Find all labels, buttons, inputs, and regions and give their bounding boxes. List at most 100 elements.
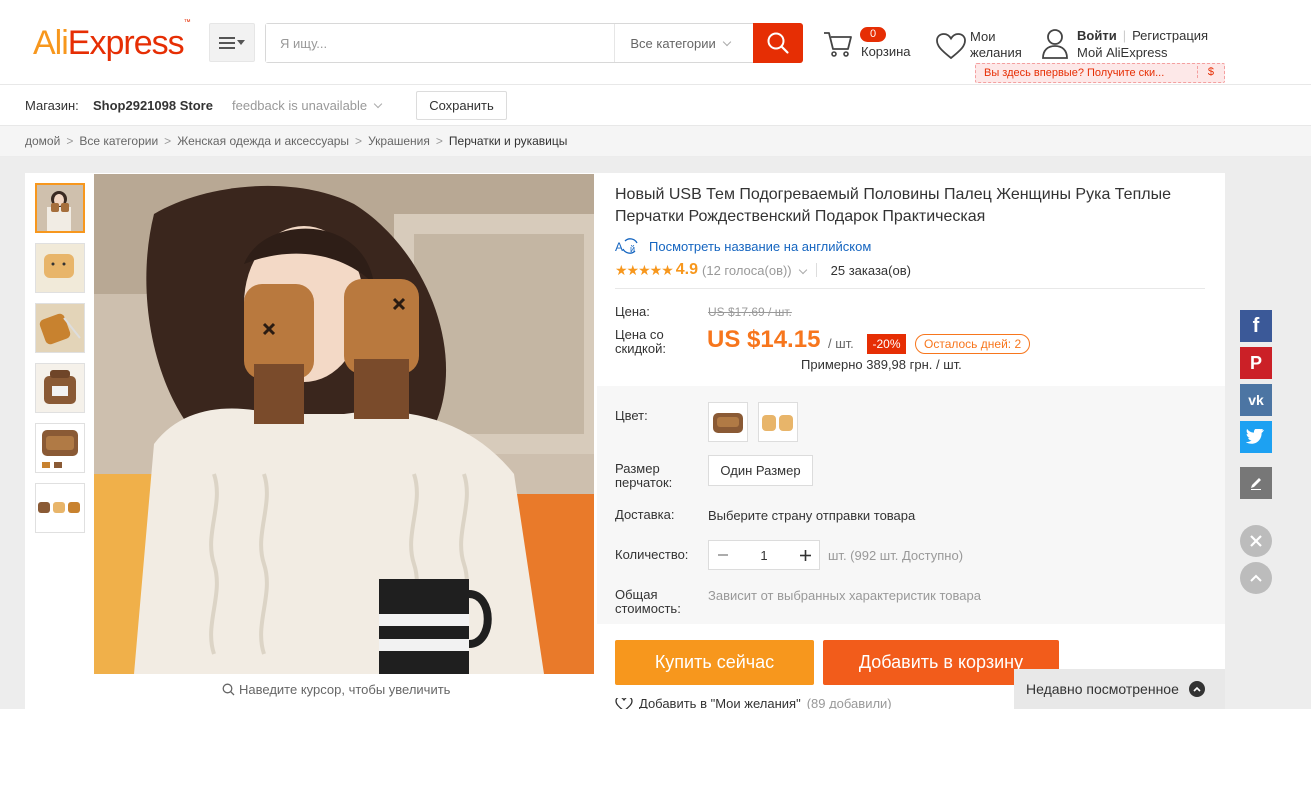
svg-text:й: й <box>630 244 635 254</box>
total-label: Общая стоимость: <box>615 587 681 616</box>
thumbnail-image[interactable] <box>35 483 85 533</box>
chevron-up-icon <box>1188 681 1205 697</box>
translate-icon: A й <box>615 238 638 254</box>
search-bar: Все категории <box>265 23 804 63</box>
wishlist-link[interactable]: Мои желания <box>935 27 1035 67</box>
chevron-up-icon <box>1250 574 1262 582</box>
facebook-share-button[interactable]: f <box>1240 310 1272 342</box>
days-left-badge: Осталось дней: 2 <box>915 334 1031 354</box>
scroll-top-button[interactable] <box>1240 562 1272 594</box>
close-icon <box>1250 535 1262 547</box>
discount-price-label: Цена со скидкой: <box>615 327 666 356</box>
twitter-icon <box>1246 428 1265 444</box>
caret-down-icon <box>237 40 245 45</box>
add-to-wishlist-link[interactable]: Добавить в "Мои желания" (89 добавили) <box>615 698 892 709</box>
register-link[interactable]: Регистрация <box>1132 28 1208 43</box>
divider <box>615 288 1205 289</box>
breadcrumb-current: Перчатки и рукавицы <box>448 134 568 148</box>
hamburger-icon <box>219 36 235 49</box>
category-menu-button[interactable] <box>209 23 255 62</box>
chevron-down-icon <box>722 37 732 46</box>
chevron-down-icon[interactable] <box>798 265 807 275</box>
original-price: US $17.69 / шт. <box>708 305 792 319</box>
save-store-button[interactable]: Сохранить <box>416 91 507 120</box>
zoom-hint-text: Наведите курсор, чтобы увеличить <box>239 682 451 697</box>
translate-title-link[interactable]: A й Посмотреть название на английском <box>615 237 871 255</box>
thumbnail-image[interactable] <box>35 423 85 473</box>
close-sidebar-button[interactable] <box>1240 525 1272 557</box>
svg-text:A: A <box>615 240 623 254</box>
breadcrumb-separator: > <box>435 134 443 148</box>
aliexpress-logo[interactable]: AliExpress™ <box>33 19 191 63</box>
promo-text: Вы здесь впервые? Получите ски... <box>984 67 1165 79</box>
dollar-icon: $ <box>1196 66 1214 78</box>
logo-ali-text: Ali <box>33 24 69 62</box>
per-unit: / шт. <box>828 336 854 351</box>
vk-icon: vk <box>1248 392 1264 408</box>
search-category-label: Все категории <box>630 35 716 51</box>
account-area: Войти | Регистрация Мой AliExpress <box>1040 26 1230 66</box>
logo-express-text: Express <box>67 24 185 62</box>
quantity-label: Количество: <box>615 547 689 562</box>
breadcrumb-separator: > <box>66 134 74 148</box>
star-rating-icon: ★★★★★ <box>615 261 674 278</box>
product-title: Новый USB Тем Подогреваемый Половины Пал… <box>615 186 1171 225</box>
store-feedback[interactable]: feedback is unavailable <box>232 98 383 113</box>
thumbnail-image[interactable] <box>35 303 85 353</box>
pinterest-icon: P <box>1249 352 1262 373</box>
color-swatch[interactable] <box>758 402 798 442</box>
buy-now-button[interactable]: Купить сейчас <box>615 640 814 685</box>
pinterest-share-button[interactable]: P <box>1240 347 1272 379</box>
quantity-stepper <box>708 540 820 570</box>
thumbnail-image[interactable] <box>35 183 85 233</box>
product-photo <box>94 174 594 674</box>
store-feedback-text: feedback is unavailable <box>232 98 368 113</box>
twitter-share-button[interactable] <box>1240 421 1272 453</box>
cart-count-badge: 0 <box>860 27 886 42</box>
heart-icon <box>936 33 966 60</box>
rating-value: 4.9 <box>675 261 699 278</box>
total-value: Зависит от выбранных характеристик товар… <box>708 588 981 603</box>
search-button[interactable] <box>753 23 804 63</box>
search-input[interactable] <box>266 24 615 62</box>
store-bar: Магазин: Shop2921098 Store feedback is u… <box>0 85 1311 126</box>
cart-icon <box>824 32 852 57</box>
wishlist-line1: Мои <box>970 29 996 44</box>
quantity-input[interactable] <box>737 547 791 563</box>
size-option-button[interactable]: Один Размер <box>708 455 813 486</box>
shipping-value[interactable]: Выберите страну отправки товара <box>708 508 915 523</box>
feedback-edit-button[interactable] <box>1240 467 1272 499</box>
thumbnail-list <box>35 183 85 543</box>
login-link[interactable]: Войти <box>1077 28 1117 43</box>
breadcrumb-separator: > <box>355 134 363 148</box>
breadcrumb-item[interactable]: Женская одежда и аксессуары <box>177 134 349 148</box>
search-category-select[interactable]: Все категории <box>614 24 753 62</box>
magnifier-icon <box>222 683 235 696</box>
user-icon <box>1042 29 1068 59</box>
breadcrumb: домой > Все категории > Женская одежда и… <box>0 126 1311 157</box>
auth-links: Войти | Регистрация <box>1077 28 1209 43</box>
color-swatch[interactable] <box>708 402 748 442</box>
thumbnail-image[interactable] <box>35 363 85 413</box>
store-name-link[interactable]: Shop2921098 Store <box>93 98 213 113</box>
recently-viewed-panel[interactable]: Недавно посмотренное <box>1014 669 1225 709</box>
cart-link[interactable]: 0 Корзина <box>822 26 922 66</box>
thumbnail-image[interactable] <box>35 243 85 293</box>
recently-viewed-label: Недавно посмотренное <box>1026 681 1179 697</box>
breadcrumb-item[interactable]: Все категории <box>79 134 158 148</box>
price-label: Цена: <box>615 304 650 319</box>
breadcrumb-home[interactable]: домой <box>25 134 60 148</box>
votes-count[interactable]: (12 голоса(ов)) <box>702 263 792 278</box>
my-aliexpress-link[interactable]: Мой AliExpress <box>1077 45 1168 60</box>
search-icon <box>767 32 789 54</box>
new-user-promo-banner[interactable]: Вы здесь впервые? Получите ски... $ <box>975 63 1225 83</box>
quantity-available: шт. (992 шт. Доступно) <box>828 548 964 563</box>
size-label: Размер перчаток: <box>615 461 673 490</box>
main-product-image[interactable] <box>94 174 594 674</box>
minus-icon[interactable] <box>709 541 737 569</box>
breadcrumb-item[interactable]: Украшения <box>368 134 430 148</box>
plus-icon[interactable] <box>791 541 819 569</box>
rating-row: ★★★★★ 4.9 (12 голоса(ов)) 25 заказа(ов) <box>615 261 911 279</box>
translate-link-text: Посмотреть название на английском <box>649 238 872 254</box>
vk-share-button[interactable]: vk <box>1240 384 1272 416</box>
